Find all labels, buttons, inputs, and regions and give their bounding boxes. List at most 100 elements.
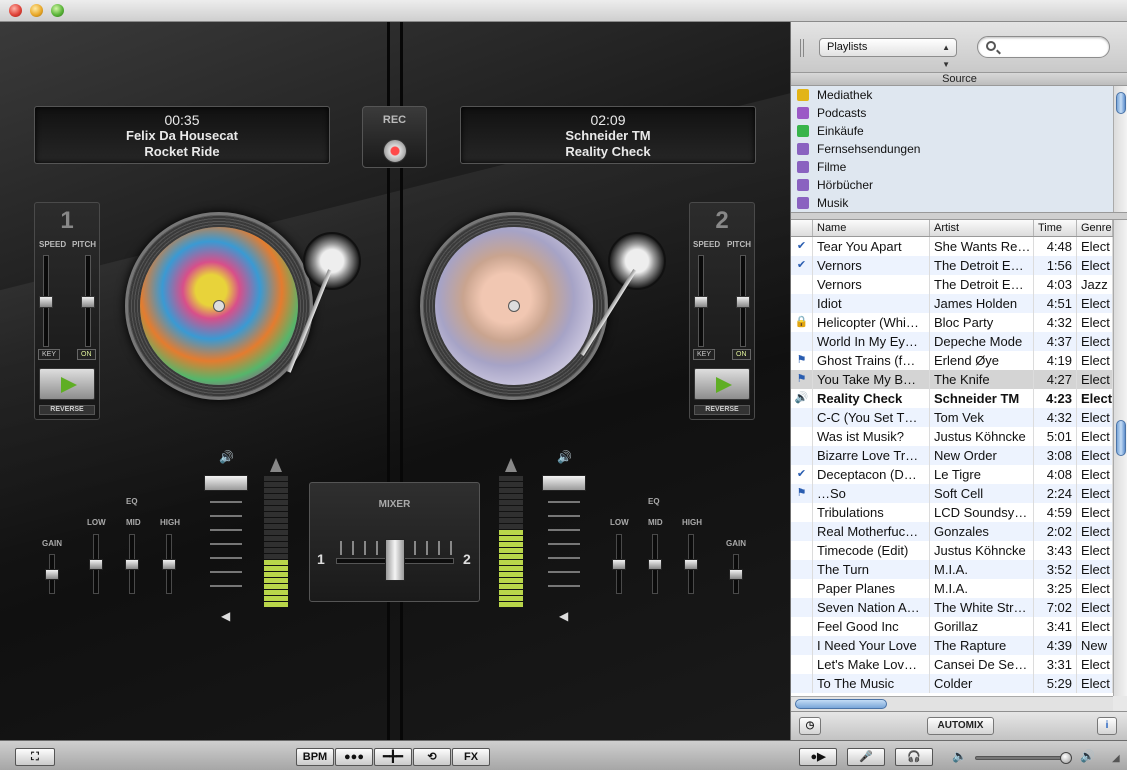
pitch-slider-knob[interactable]: [736, 296, 750, 308]
volume-right-knob[interactable]: [542, 475, 586, 491]
minimize-window-button[interactable]: [30, 4, 43, 17]
crossfader-knob[interactable]: [385, 539, 405, 581]
resize-grip-icon[interactable]: [800, 39, 804, 57]
track-row[interactable]: Vernors The Detroit E… 4:03 Jazz: [791, 275, 1113, 294]
track-row[interactable]: The Turn M.I.A. 3:52 Elect: [791, 560, 1113, 579]
history-clock-icon[interactable]: ◷: [799, 717, 821, 735]
column-header-time[interactable]: Time: [1034, 220, 1077, 236]
key-lock-button[interactable]: KEY: [693, 349, 716, 360]
track-row[interactable]: ✔ Tear You Apart She Wants Re… 4:48 Elect: [791, 237, 1113, 256]
record-play-icon[interactable]: ●▶: [799, 748, 837, 766]
speed-slider-knob[interactable]: [39, 296, 53, 308]
track-row[interactable]: Tribulations LCD Soundsy… 4:59 Elect: [791, 503, 1113, 522]
pitch-slider[interactable]: [81, 255, 95, 347]
fx-button[interactable]: FX: [452, 748, 490, 766]
eq-right-mid-knob[interactable]: [648, 559, 662, 570]
deck-right-turntable[interactable]: [420, 212, 608, 400]
search-input[interactable]: [1002, 39, 1102, 55]
source-item[interactable]: Musik: [791, 194, 1113, 212]
status-column-header[interactable]: [791, 220, 813, 236]
eq-left-high-knob[interactable]: [162, 559, 176, 570]
automix-button[interactable]: AUTOMIX: [927, 717, 994, 735]
track-row[interactable]: Paper Planes M.I.A. 3:25 Elect: [791, 579, 1113, 598]
deck-left-play-button[interactable]: [39, 368, 95, 400]
key-lock-button[interactable]: KEY: [38, 349, 61, 360]
pitch-on-button[interactable]: ON: [732, 349, 751, 360]
track-row[interactable]: Real Motherfuc… Gonzales 2:02 Elect: [791, 522, 1113, 541]
track-row[interactable]: To The Music Colder 5:29 Elect: [791, 674, 1113, 693]
track-row[interactable]: 🔒 Helicopter (Whi… Bloc Party 4:32 Elect: [791, 313, 1113, 332]
gain-left-fader[interactable]: [45, 554, 59, 594]
track-row[interactable]: Idiot James Holden 4:51 Elect: [791, 294, 1113, 313]
source-item[interactable]: Mediathek: [791, 86, 1113, 104]
column-header-name[interactable]: Name: [813, 220, 930, 236]
deck-left-turntable[interactable]: [125, 212, 313, 400]
record-button[interactable]: [383, 139, 407, 163]
loop-icon[interactable]: ⟲: [413, 748, 451, 766]
source-item[interactable]: Podcasts: [791, 104, 1113, 122]
deck-left-reverse-button[interactable]: REVERSE: [39, 405, 95, 415]
source-item[interactable]: Fernsehsendungen: [791, 140, 1113, 158]
gain-left-knob[interactable]: [45, 569, 59, 580]
info-button[interactable]: i: [1097, 717, 1117, 735]
bpm-button[interactable]: BPM: [296, 748, 334, 766]
track-row[interactable]: Seven Nation A… The White Str… 7:02 Elect: [791, 598, 1113, 617]
track-row[interactable]: World In My Ey… Depeche Mode 4:37 Elect: [791, 332, 1113, 351]
deck-right-volume-fader[interactable]: [542, 475, 586, 605]
speed-slider-knob[interactable]: [694, 296, 708, 308]
volume-left-knob[interactable]: [204, 475, 248, 491]
track-list-scrollbar[interactable]: [1113, 220, 1127, 696]
pitch-on-button[interactable]: ON: [77, 349, 96, 360]
track-row[interactable]: Was ist Musik? Justus Köhncke 5:01 Elect: [791, 427, 1113, 446]
track-list-hscrollbar-thumb[interactable]: [795, 699, 887, 709]
gain-right-fader[interactable]: [729, 554, 743, 594]
source-scrollbar-thumb[interactable]: [1116, 92, 1126, 114]
track-row[interactable]: Let's Make Lov… Cansei De Se… 3:31 Elect: [791, 655, 1113, 674]
headphones-icon[interactable]: 🎧: [895, 748, 933, 766]
close-window-button[interactable]: [9, 4, 22, 17]
master-volume-slider[interactable]: [975, 752, 1072, 764]
source-item[interactable]: Filme: [791, 158, 1113, 176]
track-row[interactable]: ⚑ …So Soft Cell 2:24 Elect: [791, 484, 1113, 503]
track-list-scrollbar-thumb[interactable]: [1116, 420, 1126, 456]
track-row[interactable]: ✔ Deceptacon (D… Le Tigre 4:08 Elect: [791, 465, 1113, 484]
eq-right-high-knob[interactable]: [684, 559, 698, 570]
gain-right-knob[interactable]: [729, 569, 743, 580]
source-item[interactable]: Hörbücher: [791, 176, 1113, 194]
track-row[interactable]: Timecode (Edit) Justus Köhncke 3:43 Elect: [791, 541, 1113, 560]
fullscreen-icon[interactable]: ⛶: [15, 748, 55, 766]
column-header-genre[interactable]: Genre: [1077, 220, 1113, 236]
zoom-window-button[interactable]: [51, 4, 64, 17]
column-header-artist[interactable]: Artist: [930, 220, 1034, 236]
effects-dots-icon[interactable]: ●●●: [335, 748, 373, 766]
eq-left-low-knob[interactable]: [89, 559, 103, 570]
pitch-slider-knob[interactable]: [81, 296, 95, 308]
deck-left-volume-fader[interactable]: [204, 475, 248, 605]
track-row[interactable]: 🔊 Reality Check Schneider TM 4:23 Elect: [791, 389, 1113, 408]
eq-right-low-knob[interactable]: [612, 559, 626, 570]
eq-right-low-fader[interactable]: [612, 534, 626, 594]
pane-splitter[interactable]: [791, 212, 1127, 220]
deck-right-reverse-button[interactable]: REVERSE: [694, 405, 750, 415]
track-row[interactable]: ⚑ You Take My B… The Knife 4:27 Elect: [791, 370, 1113, 389]
playlist-select[interactable]: Playlists ▲ ▼: [819, 38, 957, 69]
speed-slider[interactable]: [694, 255, 708, 347]
source-scrollbar[interactable]: [1113, 86, 1127, 212]
eq-left-mid-fader[interactable]: [125, 534, 139, 594]
eq-left-mid-knob[interactable]: [125, 559, 139, 570]
crossfader-view-icon[interactable]: ━╋━: [374, 748, 412, 766]
source-item[interactable]: Einkäufe: [791, 122, 1113, 140]
track-row[interactable]: I Need Your Love The Rapture 4:39 New: [791, 636, 1113, 655]
deck-right-play-button[interactable]: [694, 368, 750, 400]
search-field[interactable]: [977, 36, 1110, 58]
track-list-hscrollbar[interactable]: [791, 696, 1113, 711]
track-row[interactable]: ✔ Vernors The Detroit E… 1:56 Elect: [791, 256, 1113, 275]
track-row[interactable]: Bizarre Love Tr… New Order 3:08 Elect: [791, 446, 1113, 465]
track-row[interactable]: ⚑ Ghost Trains (f… Erlend Øye 4:19 Elect: [791, 351, 1113, 370]
eq-left-low-fader[interactable]: [89, 534, 103, 594]
microphone-icon[interactable]: 🎤: [847, 748, 885, 766]
eq-left-high-fader[interactable]: [162, 534, 176, 594]
master-volume-knob[interactable]: [1060, 752, 1072, 764]
speed-slider[interactable]: [39, 255, 53, 347]
window-resize-grip-icon[interactable]: ◢: [1112, 753, 1120, 764]
